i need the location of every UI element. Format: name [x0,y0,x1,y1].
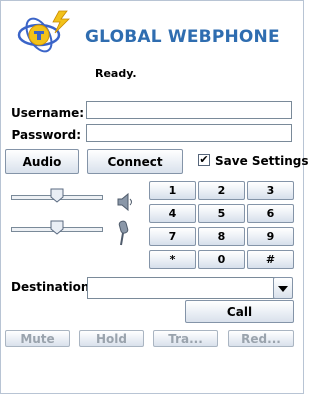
slider-thumb[interactable] [50,188,64,203]
username-field[interactable] [86,101,292,119]
keypad-key[interactable]: 6 [247,204,294,223]
keypad-key[interactable]: 0 [198,250,245,269]
hold-button[interactable]: Hold [79,330,144,347]
keypad-key[interactable]: 4 [149,204,196,223]
mute-button[interactable]: Mute [5,330,70,347]
chevron-down-icon [278,281,288,295]
password-field[interactable] [86,124,292,142]
audio-button[interactable]: Audio [5,149,79,174]
keypad-key[interactable]: 5 [198,204,245,223]
speaker-icon [114,191,136,213]
keypad-key[interactable]: 7 [149,227,196,246]
slider-thumb[interactable] [50,220,64,235]
destination-dropdown-button[interactable] [273,277,293,299]
keypad-key[interactable]: 1 [149,181,196,200]
password-label: Password: [11,128,82,142]
status-text: Ready. [95,67,137,80]
app-title: GLOBAL WEBPHONE [85,27,280,47]
save-settings-checkbox[interactable]: ✔ [198,154,210,166]
webphone-panel: GLOBAL WEBPHONE Ready. Username: Passwor… [0,0,309,394]
keypad-key[interactable]: 9 [247,227,294,246]
redial-button[interactable]: Red... [228,330,294,347]
keypad-key[interactable]: 2 [198,181,245,200]
microphone-volume-slider[interactable] [11,219,103,239]
speaker-volume-slider[interactable] [11,187,103,207]
call-button[interactable]: Call [185,300,294,323]
transfer-button[interactable]: Tra... [153,330,218,347]
keypad: 1 2 3 4 5 6 7 8 9 * 0 # [149,181,294,271]
connect-button[interactable]: Connect [87,149,183,174]
keypad-key[interactable]: 3 [247,181,294,200]
username-label: Username: [11,106,85,120]
save-settings-label: Save Settings [215,154,309,168]
keypad-key[interactable]: * [149,250,196,269]
globe-phone-logo-icon [15,7,73,55]
keypad-key[interactable]: # [247,250,294,269]
keypad-key[interactable]: 8 [198,227,245,246]
microphone-icon [114,219,136,247]
destination-label: Destination: [11,280,95,294]
destination-input[interactable] [87,277,275,299]
